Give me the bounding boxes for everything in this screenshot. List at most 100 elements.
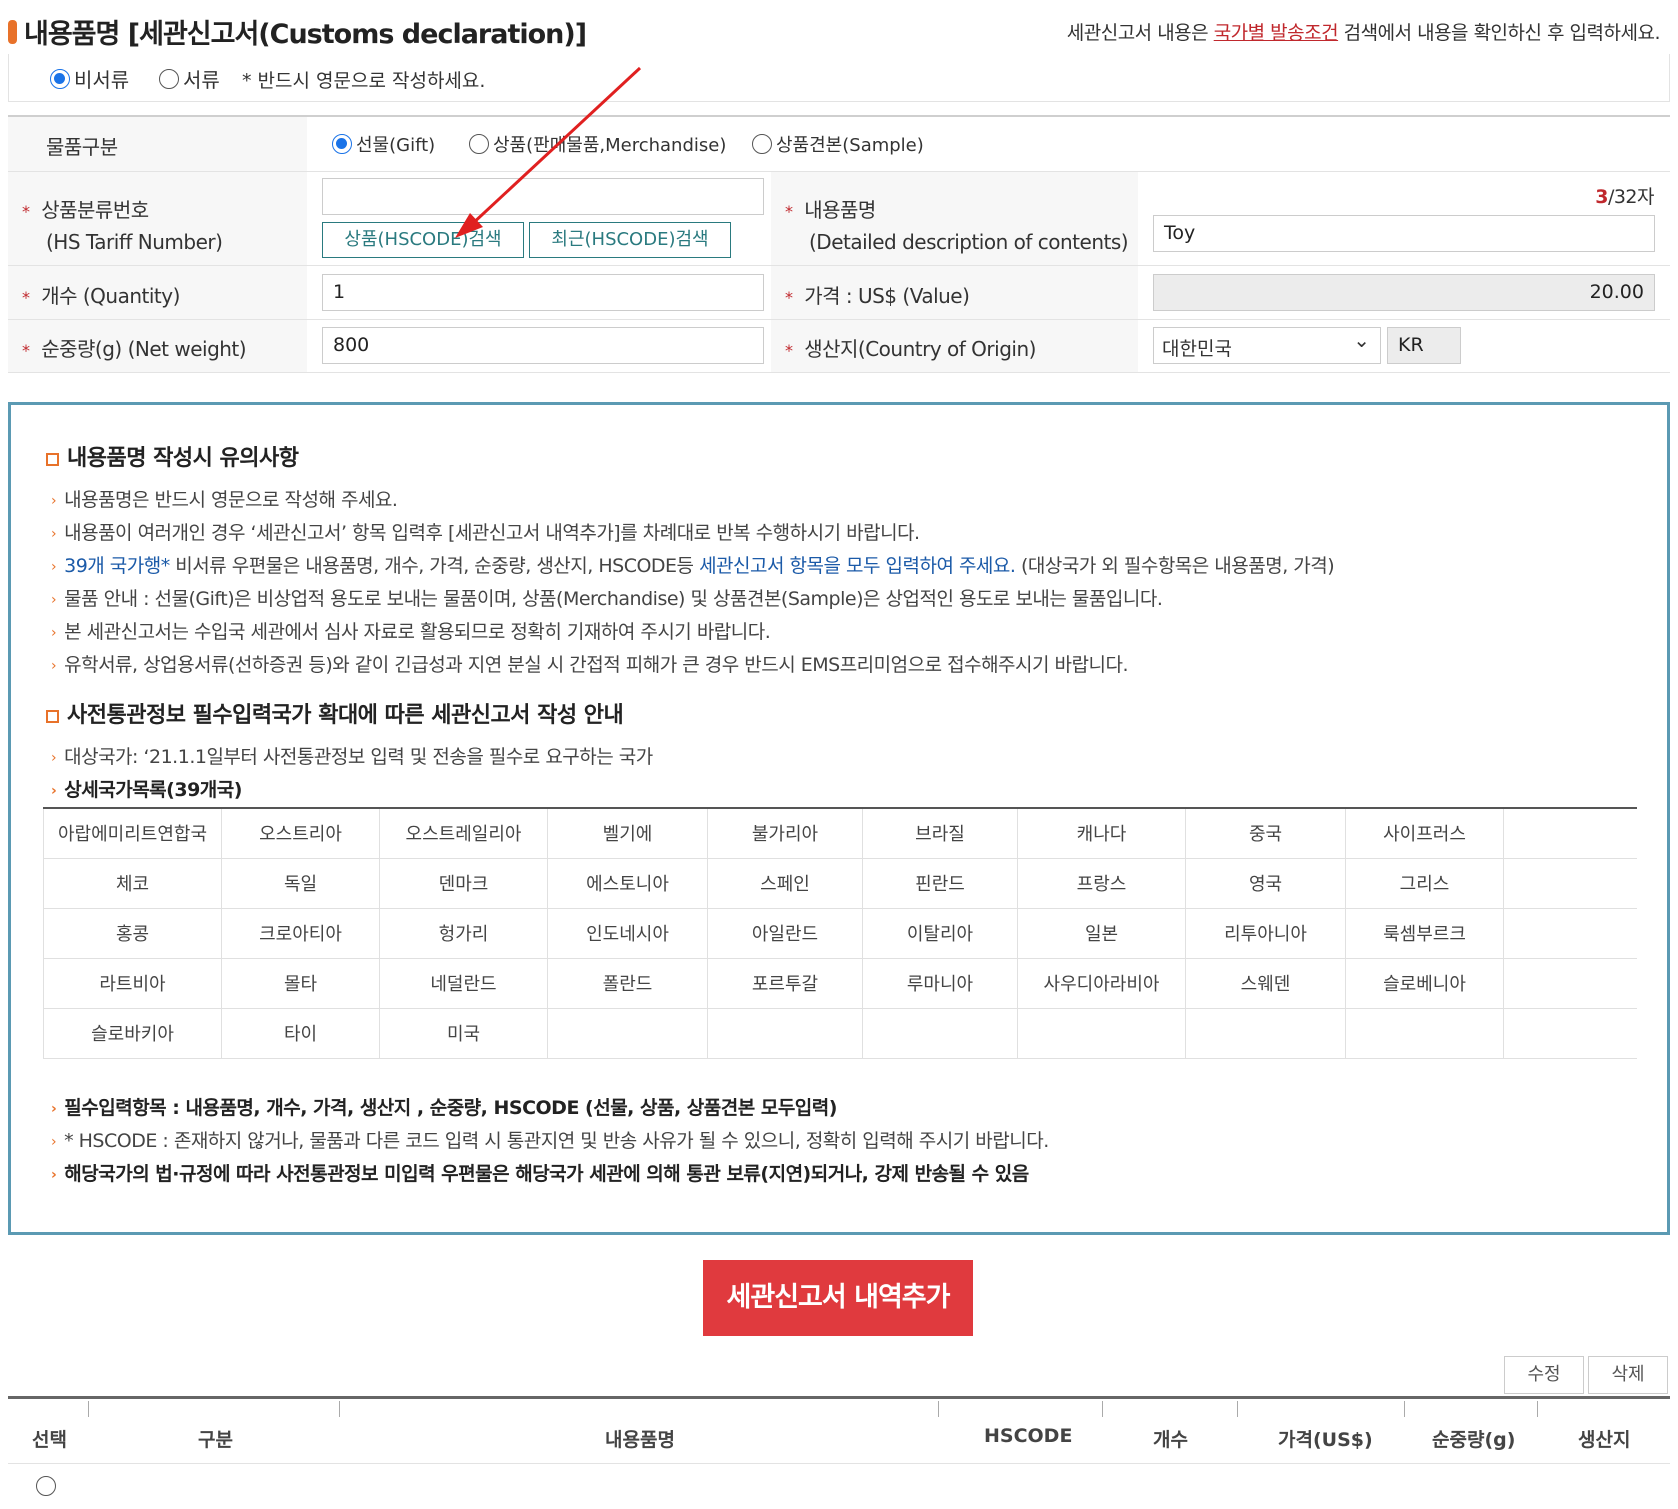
radio-gift[interactable] <box>332 134 352 154</box>
country-cell: 에스토니아 <box>547 858 708 909</box>
quantity-value-row: * 개수 (Quantity) 1 * 가격 : US$ (Value) 20.… <box>8 266 1670 320</box>
notice-box: 내용품명 작성시 유의사항 › 내용품명은 반드시 영문으로 작성해 주세요. ›… <box>8 402 1670 1235</box>
country-cell: 이탈리아 <box>862 908 1018 959</box>
delete-button[interactable]: 삭제 <box>1588 1356 1668 1394</box>
quantity-input[interactable]: 1 <box>322 274 764 311</box>
country-cell: 스페인 <box>707 858 863 909</box>
origin-code: KR <box>1387 327 1461 364</box>
country-cell: 그리스 <box>1345 858 1504 909</box>
country-cell: 오스트레일리아 <box>379 808 548 859</box>
english-notice: * 반드시 영문으로 작성하세요. <box>242 70 486 92</box>
country-cell: 몰타 <box>221 958 380 1009</box>
country-filler <box>1503 1008 1637 1059</box>
country-cell: 크로아티아 <box>221 908 380 959</box>
country-cell: 스웨덴 <box>1185 958 1346 1009</box>
hs-label-en: (HS Tariff Number) <box>46 230 223 254</box>
title-accent-bar <box>8 20 17 44</box>
country-row: 홍콩 크로아티아 헝가리 인도네시아 아일란드 이탈리아 일본 리투아니아 룩셈부르크 <box>43 908 1637 959</box>
country-cell: 핀란드 <box>862 858 1018 909</box>
radio-merchandise[interactable] <box>469 134 489 154</box>
country-filler <box>1503 858 1637 909</box>
country-cell: 인도네시아 <box>547 908 708 959</box>
notice-line: › 내용품이 여러개인 경우 ‘세관신고서’ 항목 입력후 [세관신고서 내역추가… <box>51 522 920 544</box>
declaration-list: 선택 구분 내용품명 HSCODE 개수 가격(US$) 순중량(g) 생산지 <box>8 1396 1670 1508</box>
country-cell: 폴란드 <box>547 958 708 1009</box>
country-cell: 슬로베니아 <box>1345 958 1504 1009</box>
origin-select[interactable]: 대한민국 <box>1153 327 1381 364</box>
country-cell: 타이 <box>221 1008 380 1059</box>
row-select-radio[interactable] <box>36 1476 56 1496</box>
notice-section1-title: 내용품명 작성시 유의사항 <box>46 440 299 472</box>
radio-nondoc[interactable] <box>50 68 70 89</box>
country-cell: 미국 <box>379 1008 548 1059</box>
radio-doc[interactable] <box>159 68 179 89</box>
country-cell: 슬로바키아 <box>43 1008 222 1059</box>
country-cell: 일본 <box>1017 908 1186 959</box>
country-cell: 캐나다 <box>1017 808 1186 859</box>
hs-recent-button[interactable]: 최근(HSCODE)검색 <box>529 222 731 258</box>
edit-button[interactable]: 수정 <box>1504 1356 1584 1394</box>
country-cell: 네덜란드 <box>379 958 548 1009</box>
radio-sample[interactable] <box>752 134 772 154</box>
header-note: 세관신고서 내용은 국가별 발송조건 검색에서 내용을 확인하신 후 입력하세요… <box>1066 22 1661 44</box>
hs-search-button[interactable]: 상품(HSCODE)검색 <box>322 222 524 258</box>
page-title: 내용품명 [세관신고서(Customs declaration)] <box>24 19 587 50</box>
country-cell <box>862 1008 1018 1059</box>
country-cell: 라트비아 <box>43 958 222 1009</box>
country-cell: 루마니아 <box>862 958 1018 1009</box>
col-type: 구분 <box>198 1429 233 1451</box>
contents-input[interactable]: Toy <box>1153 215 1655 252</box>
square-bullet-icon <box>46 452 59 466</box>
hscode-warning-line: › * HSCODE : 존재하지 않거나, 물품과 다른 코드 입력 시 통관지… <box>51 1130 1049 1152</box>
col-origin: 생산지 <box>1578 1429 1631 1451</box>
country-cell: 영국 <box>1185 858 1346 909</box>
contents-char-count: 3/32자 <box>1595 186 1654 208</box>
item-type-merchandise[interactable]: 상품(판매물품,Merchandise) <box>469 131 726 157</box>
origin-label: 생산지(Country of Origin) <box>804 337 1036 361</box>
country-cell: 홍콩 <box>43 908 222 959</box>
item-type-sample[interactable]: 상품견본(Sample) <box>752 131 924 157</box>
doc-type-row: 비서류 서류 * 반드시 영문으로 작성하세요. <box>8 54 1670 102</box>
country-row: 슬로바키아 타이 미국 <box>43 1008 1637 1059</box>
country-cell: 벨기에 <box>547 808 708 859</box>
notice-section2-title: 사전통관정보 필수입력국가 확대에 따른 세관신고서 작성 안내 <box>46 697 624 729</box>
country-cell: 중국 <box>1185 808 1346 859</box>
hs-input[interactable] <box>322 178 764 215</box>
country-row: 체코 독일 덴마크 에스토니아 스페인 핀란드 프랑스 영국 그리스 <box>43 858 1637 909</box>
country-conditions-link[interactable]: 국가별 발송조건 <box>1214 22 1339 44</box>
target-countries-line: › 대상국가: ‘21.1.1일부터 사전통관정보 입력 및 전송을 필수로 요구… <box>51 746 653 768</box>
notice-line: › 유학서류, 상업용서류(선하증권 등)와 같이 긴급성과 지연 분실 시 간접… <box>51 654 1128 676</box>
square-bullet-icon <box>46 709 59 723</box>
country-cell: 사우디아라비아 <box>1017 958 1186 1009</box>
country-filler <box>1503 808 1637 859</box>
law-line: › 해당국가의 법·규정에 따라 사전통관정보 미입력 우편물은 해당국가 세관에… <box>51 1163 1029 1185</box>
notice-line-39: › 39개 국가행* 비서류 우편물은 내용품명, 개수, 가격, 순중량, 생산… <box>51 555 1335 577</box>
country-list-title: › 상세국가목록(39개국) <box>51 779 242 801</box>
country-cell <box>547 1008 708 1059</box>
weight-origin-row: * 순중량(g) (Net weight) 800 * 생산지(Country … <box>8 320 1670 373</box>
col-select: 선택 <box>32 1429 67 1451</box>
doc-type-nondoc[interactable]: 비서류 <box>50 64 129 93</box>
item-type-row: 물품구분 선물(Gift) 상품(판매물품,Merchandise) 상품견본(… <box>8 117 1670 172</box>
country-cell: 리투아니아 <box>1185 908 1346 959</box>
country-cell: 사이프러스 <box>1345 808 1504 859</box>
country-cell: 헝가리 <box>379 908 548 959</box>
item-type-gift[interactable]: 선물(Gift) <box>332 131 435 157</box>
country-cell: 포르투갈 <box>707 958 863 1009</box>
country-cell: 불가리아 <box>707 808 863 859</box>
quantity-label: 개수 (Quantity) <box>41 284 180 308</box>
country-cell <box>707 1008 863 1059</box>
country-table: 아랍에미리트연합국 오스트리아 오스트레일리아 벨기에 불가리아 브라질 캐나다 중국 사이프러… <box>43 807 1637 1059</box>
country-filler <box>1503 958 1637 1009</box>
doc-type-doc[interactable]: 서류 <box>159 64 220 93</box>
col-quantity: 개수 <box>1153 1429 1188 1451</box>
country-cell: 오스트리아 <box>221 808 380 859</box>
contents-label-en: (Detailed description of contents) <box>809 230 1129 254</box>
country-cell <box>1185 1008 1346 1059</box>
weight-input[interactable]: 800 <box>322 327 764 364</box>
value-label: 가격 : US$ (Value) <box>804 284 970 308</box>
value-input[interactable]: 20.00 <box>1153 274 1655 311</box>
country-cell: 아랍에미리트연합국 <box>43 808 222 859</box>
country-cell <box>1017 1008 1186 1059</box>
add-declaration-button[interactable]: 세관신고서 내역추가 <box>703 1260 973 1336</box>
